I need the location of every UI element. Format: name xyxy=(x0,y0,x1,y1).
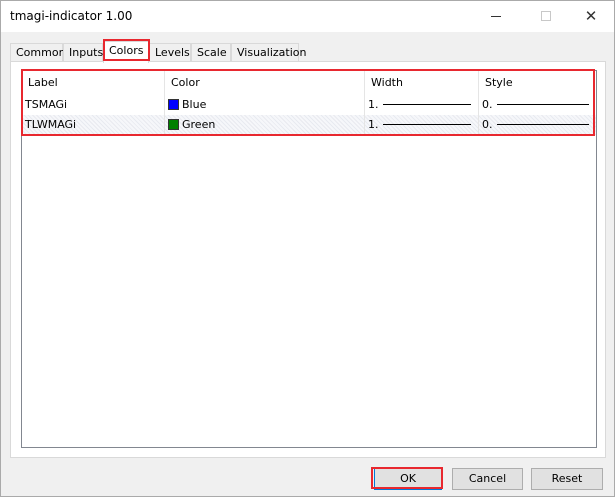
color-swatch xyxy=(168,99,179,110)
reset-button[interactable]: Reset xyxy=(531,468,603,490)
colors-list[interactable]: Label Color Width Style TSMAGi Blue 1. 0… xyxy=(21,70,597,448)
style-value: 0. xyxy=(482,98,493,111)
tab-levels[interactable]: Levels xyxy=(149,43,191,62)
row-width[interactable]: 1. xyxy=(365,95,479,115)
color-name: Green xyxy=(182,118,216,131)
style-value: 0. xyxy=(482,118,493,131)
style-line-sample xyxy=(497,104,589,105)
close-icon: ✕ xyxy=(584,6,598,25)
column-header-color[interactable]: Color xyxy=(165,71,365,95)
width-line-sample xyxy=(383,104,471,105)
row-label: TSMAGi xyxy=(22,95,165,115)
column-header-label[interactable]: Label xyxy=(22,71,165,95)
minimize-icon xyxy=(491,15,501,17)
column-header-width[interactable]: Width xyxy=(365,71,479,95)
row-color[interactable]: Blue xyxy=(165,95,365,115)
tab-common[interactable]: Common xyxy=(10,43,66,62)
row-width[interactable]: 1. xyxy=(365,115,479,135)
dialog-window: tmagi-indicator 1.00 ✕ Common Inputs Col… xyxy=(0,0,615,497)
title-bar: tmagi-indicator 1.00 ✕ xyxy=(1,1,614,32)
width-line-sample xyxy=(383,124,471,125)
tab-inputs[interactable]: Inputs xyxy=(63,43,103,62)
minimize-button[interactable] xyxy=(481,3,511,29)
width-value: 1. xyxy=(368,118,379,131)
list-row[interactable]: TLWMAGi Green 1. 0. xyxy=(22,115,596,135)
cancel-button[interactable]: Cancel xyxy=(452,468,523,490)
maximize-button xyxy=(531,3,561,29)
color-name: Blue xyxy=(182,98,207,111)
tab-visualization[interactable]: Visualization xyxy=(231,43,306,62)
list-header: Label Color Width Style xyxy=(22,71,596,95)
style-line-sample xyxy=(497,124,589,125)
tab-colors[interactable]: Colors xyxy=(103,41,149,63)
close-button[interactable]: ✕ xyxy=(576,3,606,29)
width-value: 1. xyxy=(368,98,379,111)
row-style[interactable]: 0. xyxy=(479,95,596,115)
window-title: tmagi-indicator 1.00 xyxy=(10,9,133,23)
ok-button[interactable]: OK xyxy=(374,468,442,490)
list-row[interactable]: TSMAGi Blue 1. 0. xyxy=(22,95,596,115)
row-label: TLWMAGi xyxy=(22,115,165,135)
tab-panel-colors: Label Color Width Style TSMAGi Blue 1. 0… xyxy=(10,61,606,458)
tab-scale[interactable]: Scale xyxy=(191,43,231,62)
maximize-icon xyxy=(541,11,551,21)
row-style[interactable]: 0. xyxy=(479,115,596,135)
row-color[interactable]: Green xyxy=(165,115,365,135)
column-header-style[interactable]: Style xyxy=(479,71,596,95)
color-swatch xyxy=(168,119,179,130)
